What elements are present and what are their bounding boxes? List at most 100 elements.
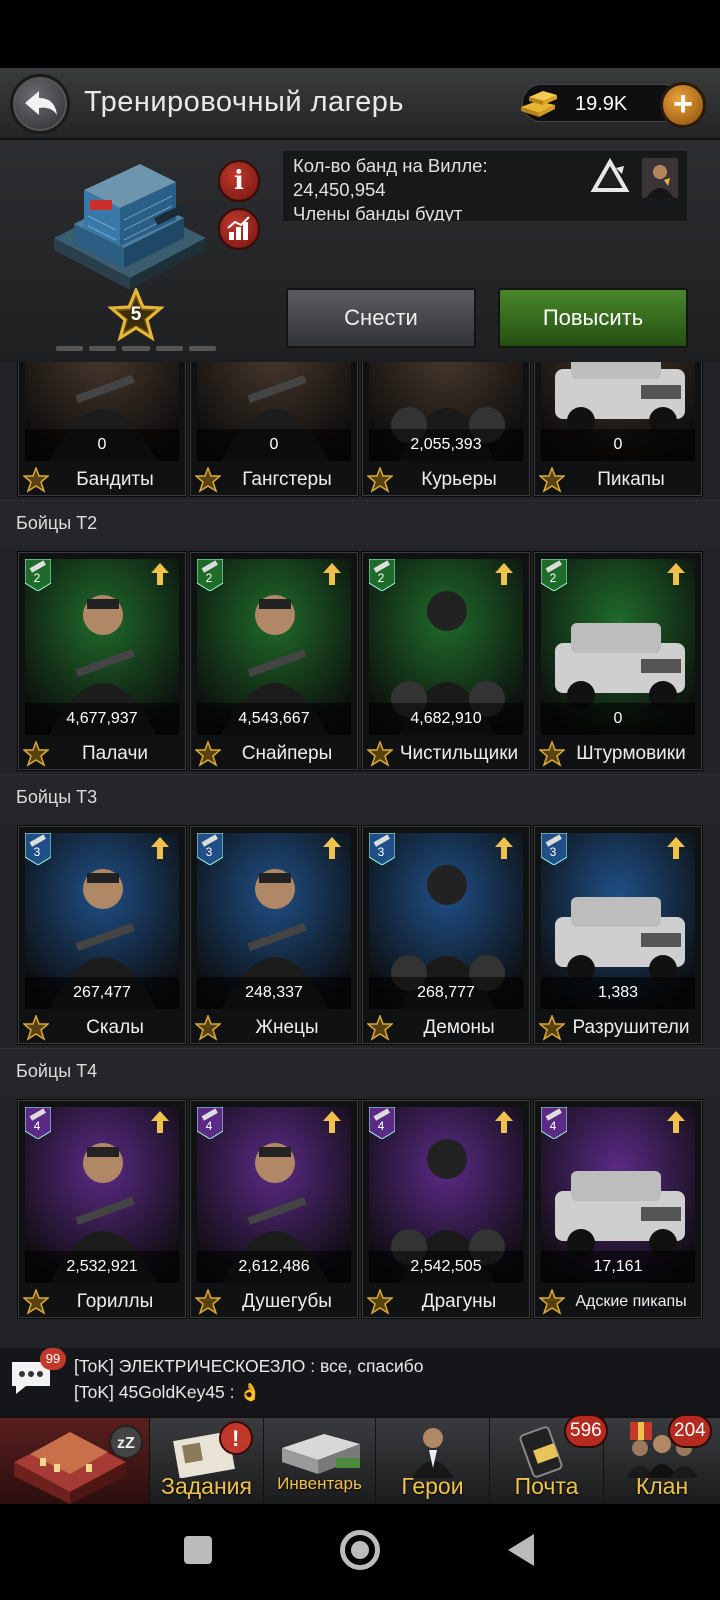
unit-count: 267,477: [25, 977, 179, 1009]
tier-number: 2: [377, 571, 385, 585]
unit-name: Палачи: [82, 743, 148, 764]
upgrade-button[interactable]: Повысить: [498, 288, 688, 348]
unit-card[interactable]: 0 Бандиты: [18, 362, 186, 496]
chart-icon: [227, 216, 250, 240]
clan-badge: 204: [668, 1414, 712, 1448]
unit-card[interactable]: 2 4,682,910 Чистильщики: [362, 552, 530, 770]
info-icon: i: [234, 166, 244, 196]
page-dot: [155, 346, 183, 351]
recycle-icon[interactable]: [590, 158, 630, 198]
back-button[interactable]: [10, 74, 70, 134]
unit-card-footer: Штурмовики: [535, 737, 701, 771]
building-panel: 5 i Кол-во банд на Вилле: 24,450,954 Чле…: [0, 140, 720, 360]
nav-tasks[interactable]: ! Задания: [150, 1418, 264, 1506]
gold-value: 19.9K: [575, 93, 628, 115]
unit-card[interactable]: 2 0 Штурмовики: [534, 552, 702, 770]
base-icon: zZ: [14, 1425, 143, 1504]
unit-card[interactable]: 4 2,612,486 Душегубы: [190, 1100, 358, 1318]
unit-name: Бандиты: [76, 469, 154, 490]
unit-card-footer: Демоны: [363, 1011, 529, 1045]
unit-card[interactable]: 4 2,542,505 Драгуны: [362, 1100, 530, 1318]
mail-unread-badge: 596: [564, 1414, 608, 1448]
tier-number: 3: [549, 845, 557, 859]
unit-name: Душегубы: [242, 1291, 332, 1312]
nav-mail[interactable]: 596 Почта: [490, 1414, 608, 1506]
training-center-building-image[interactable]: [44, 160, 216, 292]
unit-card[interactable]: 2 4,543,667 Снайперы: [190, 552, 358, 770]
nav-base[interactable]: zZ: [0, 1418, 150, 1506]
unit-card-footer: Адские пикапы: [535, 1285, 701, 1319]
unit-card[interactable]: 3 1,383 Разрушители: [534, 826, 702, 1044]
info-line-1: Кол-во банд на Вилле:: [293, 155, 488, 176]
tier-badge: 2: [540, 558, 568, 592]
unit-card[interactable]: 2,055,393 Курьеры: [362, 362, 530, 496]
home-button[interactable]: [340, 1530, 380, 1570]
page-dot: [56, 346, 84, 351]
unit-card[interactable]: 3 267,477 Скалы: [18, 826, 186, 1044]
hero-portrait-icon: [642, 158, 678, 198]
header-bar: Тренировочный лагерь 19.9K +: [0, 68, 720, 140]
nav-heroes-label: Герои: [401, 1473, 464, 1499]
unit-name: Демоны: [423, 1017, 495, 1038]
android-navigation-bar: [0, 1504, 720, 1600]
unit-count: 0: [25, 429, 179, 461]
info-line-3: Члены банды будут: [293, 203, 463, 222]
unit-count: 0: [541, 429, 695, 461]
add-gold-button[interactable]: +: [660, 82, 706, 128]
tasks-icon: !: [173, 1421, 253, 1478]
status-bar: [0, 0, 720, 68]
info-line-2: 24,450,954: [293, 179, 386, 200]
unit-card[interactable]: 2 4,677,937 Палачи: [18, 552, 186, 770]
tier-section-header: Бойцы Т2: [0, 500, 720, 548]
unit-count: 248,337: [197, 977, 351, 1009]
unit-count: 0: [541, 703, 695, 735]
tier-badge: 3: [196, 832, 224, 866]
unit-card-footer: Гангстеры: [191, 463, 357, 497]
tier-badge: 2: [24, 558, 52, 592]
destroy-button[interactable]: Снести: [286, 288, 476, 348]
unit-count: 2,532,921: [25, 1251, 179, 1283]
unit-card[interactable]: 0 Пикапы: [534, 362, 702, 496]
unit-card-footer: Пикапы: [535, 463, 701, 497]
tier-number: 3: [205, 845, 213, 859]
system-back-button[interactable]: [508, 1534, 534, 1566]
stats-button[interactable]: [218, 208, 260, 250]
upgrade-arrow-icon: [667, 837, 685, 859]
upgrade-arrow-icon: [667, 563, 685, 585]
unit-name: Гангстеры: [242, 469, 332, 490]
tier-badge: 4: [24, 1106, 52, 1140]
nav-clan[interactable]: 204 Клан: [604, 1414, 720, 1506]
upgrade-arrow-icon: [495, 1111, 513, 1133]
unit-name: Курьеры: [421, 469, 497, 490]
unit-count: 1,383: [541, 977, 695, 1009]
upgrade-arrow-icon: [151, 563, 169, 585]
unit-card[interactable]: 0 Гангстеры: [190, 362, 358, 496]
chat-preview[interactable]: 99 [ToK] ЭЛЕКТРИЧЕСКОЕЗЛО : все, спасибо…: [0, 1348, 720, 1416]
info-button[interactable]: i: [218, 160, 260, 202]
tier-section-title: Бойцы Т4: [16, 1061, 98, 1081]
unit-card[interactable]: 3 268,777 Демоны: [362, 826, 530, 1044]
hero-avatar[interactable]: [642, 158, 678, 198]
unit-card[interactable]: 4 17,161 Адские пикапы: [534, 1100, 702, 1318]
unit-name: Гориллы: [76, 1291, 154, 1312]
unit-name: Пикапы: [597, 469, 665, 490]
tier-number: 3: [33, 845, 41, 859]
recents-button[interactable]: [184, 1536, 212, 1564]
unit-count: 4,677,937: [25, 703, 179, 735]
tier-number: 2: [33, 571, 41, 585]
units-list[interactable]: 0 Бандиты 0 Гангстеры 2,055,393 Курьеры 0 Пикап…: [0, 362, 720, 1348]
chat-message-2: [ToK] 45GoldKey45 : 👌: [74, 1382, 262, 1402]
nav-heroes[interactable]: Герои: [376, 1418, 490, 1506]
building-level-badge: 5: [108, 288, 164, 342]
upgrade-arrow-icon: [667, 1111, 685, 1133]
nav-inventory[interactable]: Инвентарь: [264, 1418, 376, 1506]
unit-name: Жнецы: [255, 1017, 319, 1038]
unit-count: 268,777: [369, 977, 523, 1009]
tier-number: 4: [549, 1119, 557, 1133]
unit-card-footer: Жнецы: [191, 1011, 357, 1045]
unit-card[interactable]: 3 248,337 Жнецы: [190, 826, 358, 1044]
unit-card[interactable]: 4 2,532,921 Гориллы: [18, 1100, 186, 1318]
unit-name: Драгуны: [421, 1291, 497, 1312]
unit-name: Разрушители: [572, 1017, 690, 1038]
upgrade-arrow-icon: [323, 1111, 341, 1133]
